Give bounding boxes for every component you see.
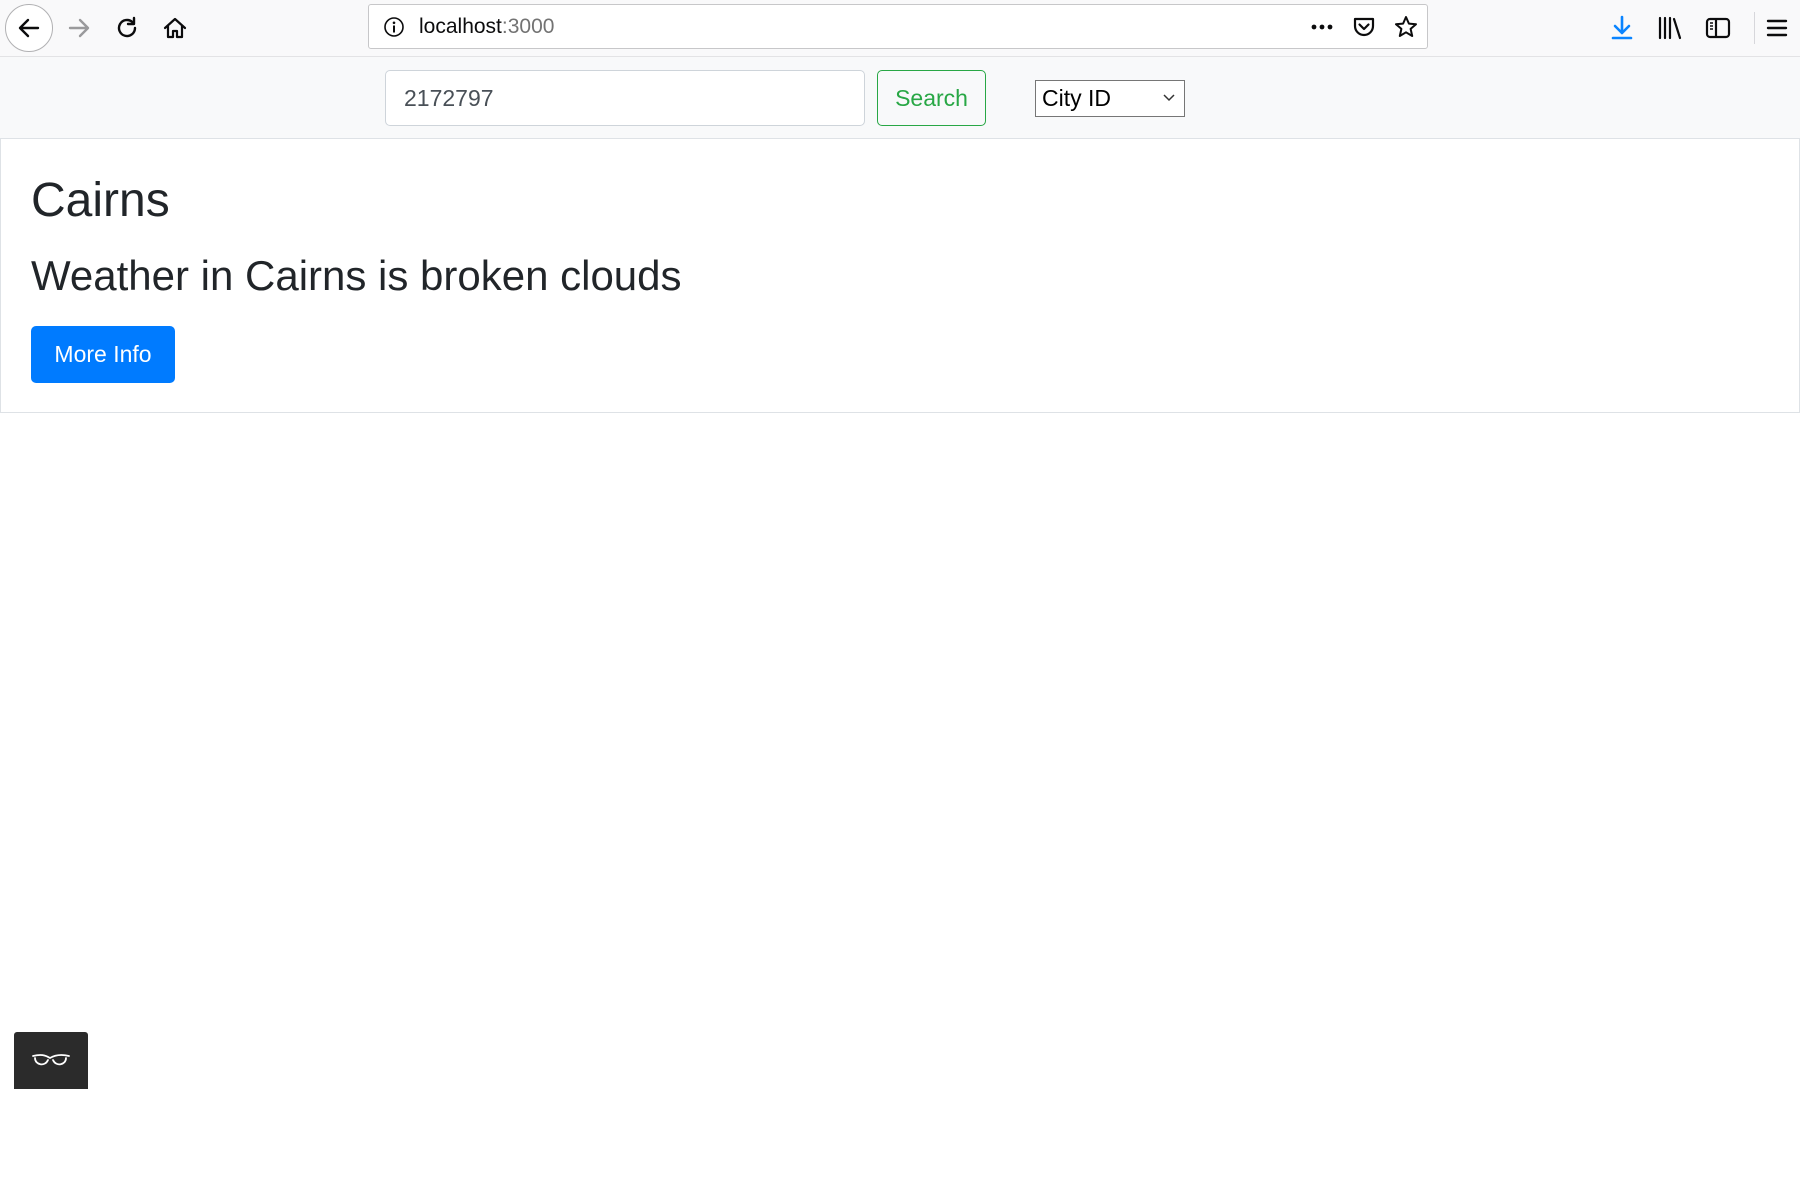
home-button[interactable] xyxy=(151,4,199,52)
back-button[interactable] xyxy=(5,4,53,52)
more-info-button[interactable]: More Info xyxy=(31,326,175,383)
search-navbar: Search City ID xyxy=(0,57,1800,139)
url-host: localhost xyxy=(419,15,502,38)
url-port: :3000 xyxy=(501,15,555,38)
browser-toolbar: localhost:3000 xyxy=(0,0,1800,57)
glasses-toggle-button[interactable] xyxy=(14,1032,88,1089)
weather-card: Cairns Weather in Cairns is broken cloud… xyxy=(0,139,1800,413)
home-icon xyxy=(163,17,187,39)
library-icon[interactable] xyxy=(1655,13,1685,43)
toolbar-separator xyxy=(1754,12,1755,44)
search-type-selected: City ID xyxy=(1042,85,1111,111)
reload-button[interactable] xyxy=(103,4,151,52)
search-button[interactable]: Search xyxy=(877,70,986,126)
chevron-down-icon xyxy=(1163,94,1175,102)
info-icon[interactable] xyxy=(383,16,405,38)
sidebar-icon[interactable] xyxy=(1703,13,1733,43)
star-icon[interactable] xyxy=(1393,14,1419,40)
search-type-select[interactable]: City ID xyxy=(1035,80,1185,117)
glasses-icon xyxy=(32,1053,70,1065)
city-title: Cairns xyxy=(31,174,170,227)
back-arrow-icon xyxy=(18,18,40,38)
forward-button[interactable] xyxy=(55,4,103,52)
pocket-icon[interactable] xyxy=(1351,14,1377,40)
hamburger-menu-icon[interactable] xyxy=(1762,13,1792,43)
forward-arrow-icon xyxy=(68,18,90,38)
weather-description: Weather in Cairns is broken clouds xyxy=(31,252,682,299)
ellipsis-icon[interactable] xyxy=(1309,14,1335,40)
url-bar[interactable]: localhost:3000 xyxy=(368,4,1428,49)
url-text[interactable]: localhost:3000 xyxy=(419,5,554,48)
reload-icon xyxy=(117,16,137,38)
download-icon[interactable] xyxy=(1607,13,1637,43)
search-input[interactable] xyxy=(385,70,865,126)
